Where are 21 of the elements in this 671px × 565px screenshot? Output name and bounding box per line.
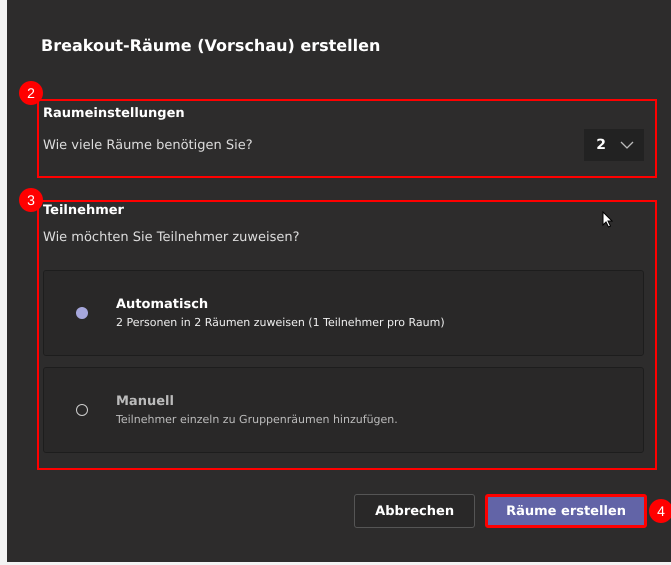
option-label: Manuell	[116, 394, 175, 409]
mouse-cursor-icon	[602, 211, 613, 228]
question-label: Wie möchten Sie Teilnehmer zuweisen?	[43, 230, 301, 245]
option-description: 2 Personen in 2 Räumen zuweisen (1 Teilnehmer pro Raum)	[116, 316, 445, 329]
question-label: Wie viele Räume benötigen Sie?	[43, 138, 253, 152]
step-marker: 2	[19, 81, 43, 105]
option-description: Teilnehmer einzeln zu Gruppenräumen hinzufügen.	[116, 413, 398, 426]
assignment-option-card[interactable]: Manuell Teilnehmer einzeln zu Gruppenräumen hinzufügen.	[43, 367, 644, 453]
radio-button[interactable]	[76, 307, 88, 319]
option-label: Automatisch	[116, 297, 210, 312]
section-heading: Raumeinstellungen	[43, 106, 186, 121]
step-marker: 4	[649, 499, 671, 523]
create-rooms-button[interactable]: Räume erstellen	[485, 494, 647, 528]
step-marker: 3	[19, 188, 43, 212]
section-heading: Teilnehmer	[43, 203, 125, 218]
assignment-option-card[interactable]: Automatisch 2 Personen in 2 Räumen zuweisen (1 Teilnehmer pro Raum)	[43, 270, 644, 356]
room-count-dropdown[interactable]: 2	[584, 129, 644, 161]
radio-button[interactable]	[76, 404, 88, 416]
cancel-button[interactable]: Abbrechen	[354, 494, 476, 528]
dialog-title: Breakout-Räume (Vorschau) erstellen	[41, 36, 382, 55]
chevron-down-icon	[620, 141, 634, 149]
